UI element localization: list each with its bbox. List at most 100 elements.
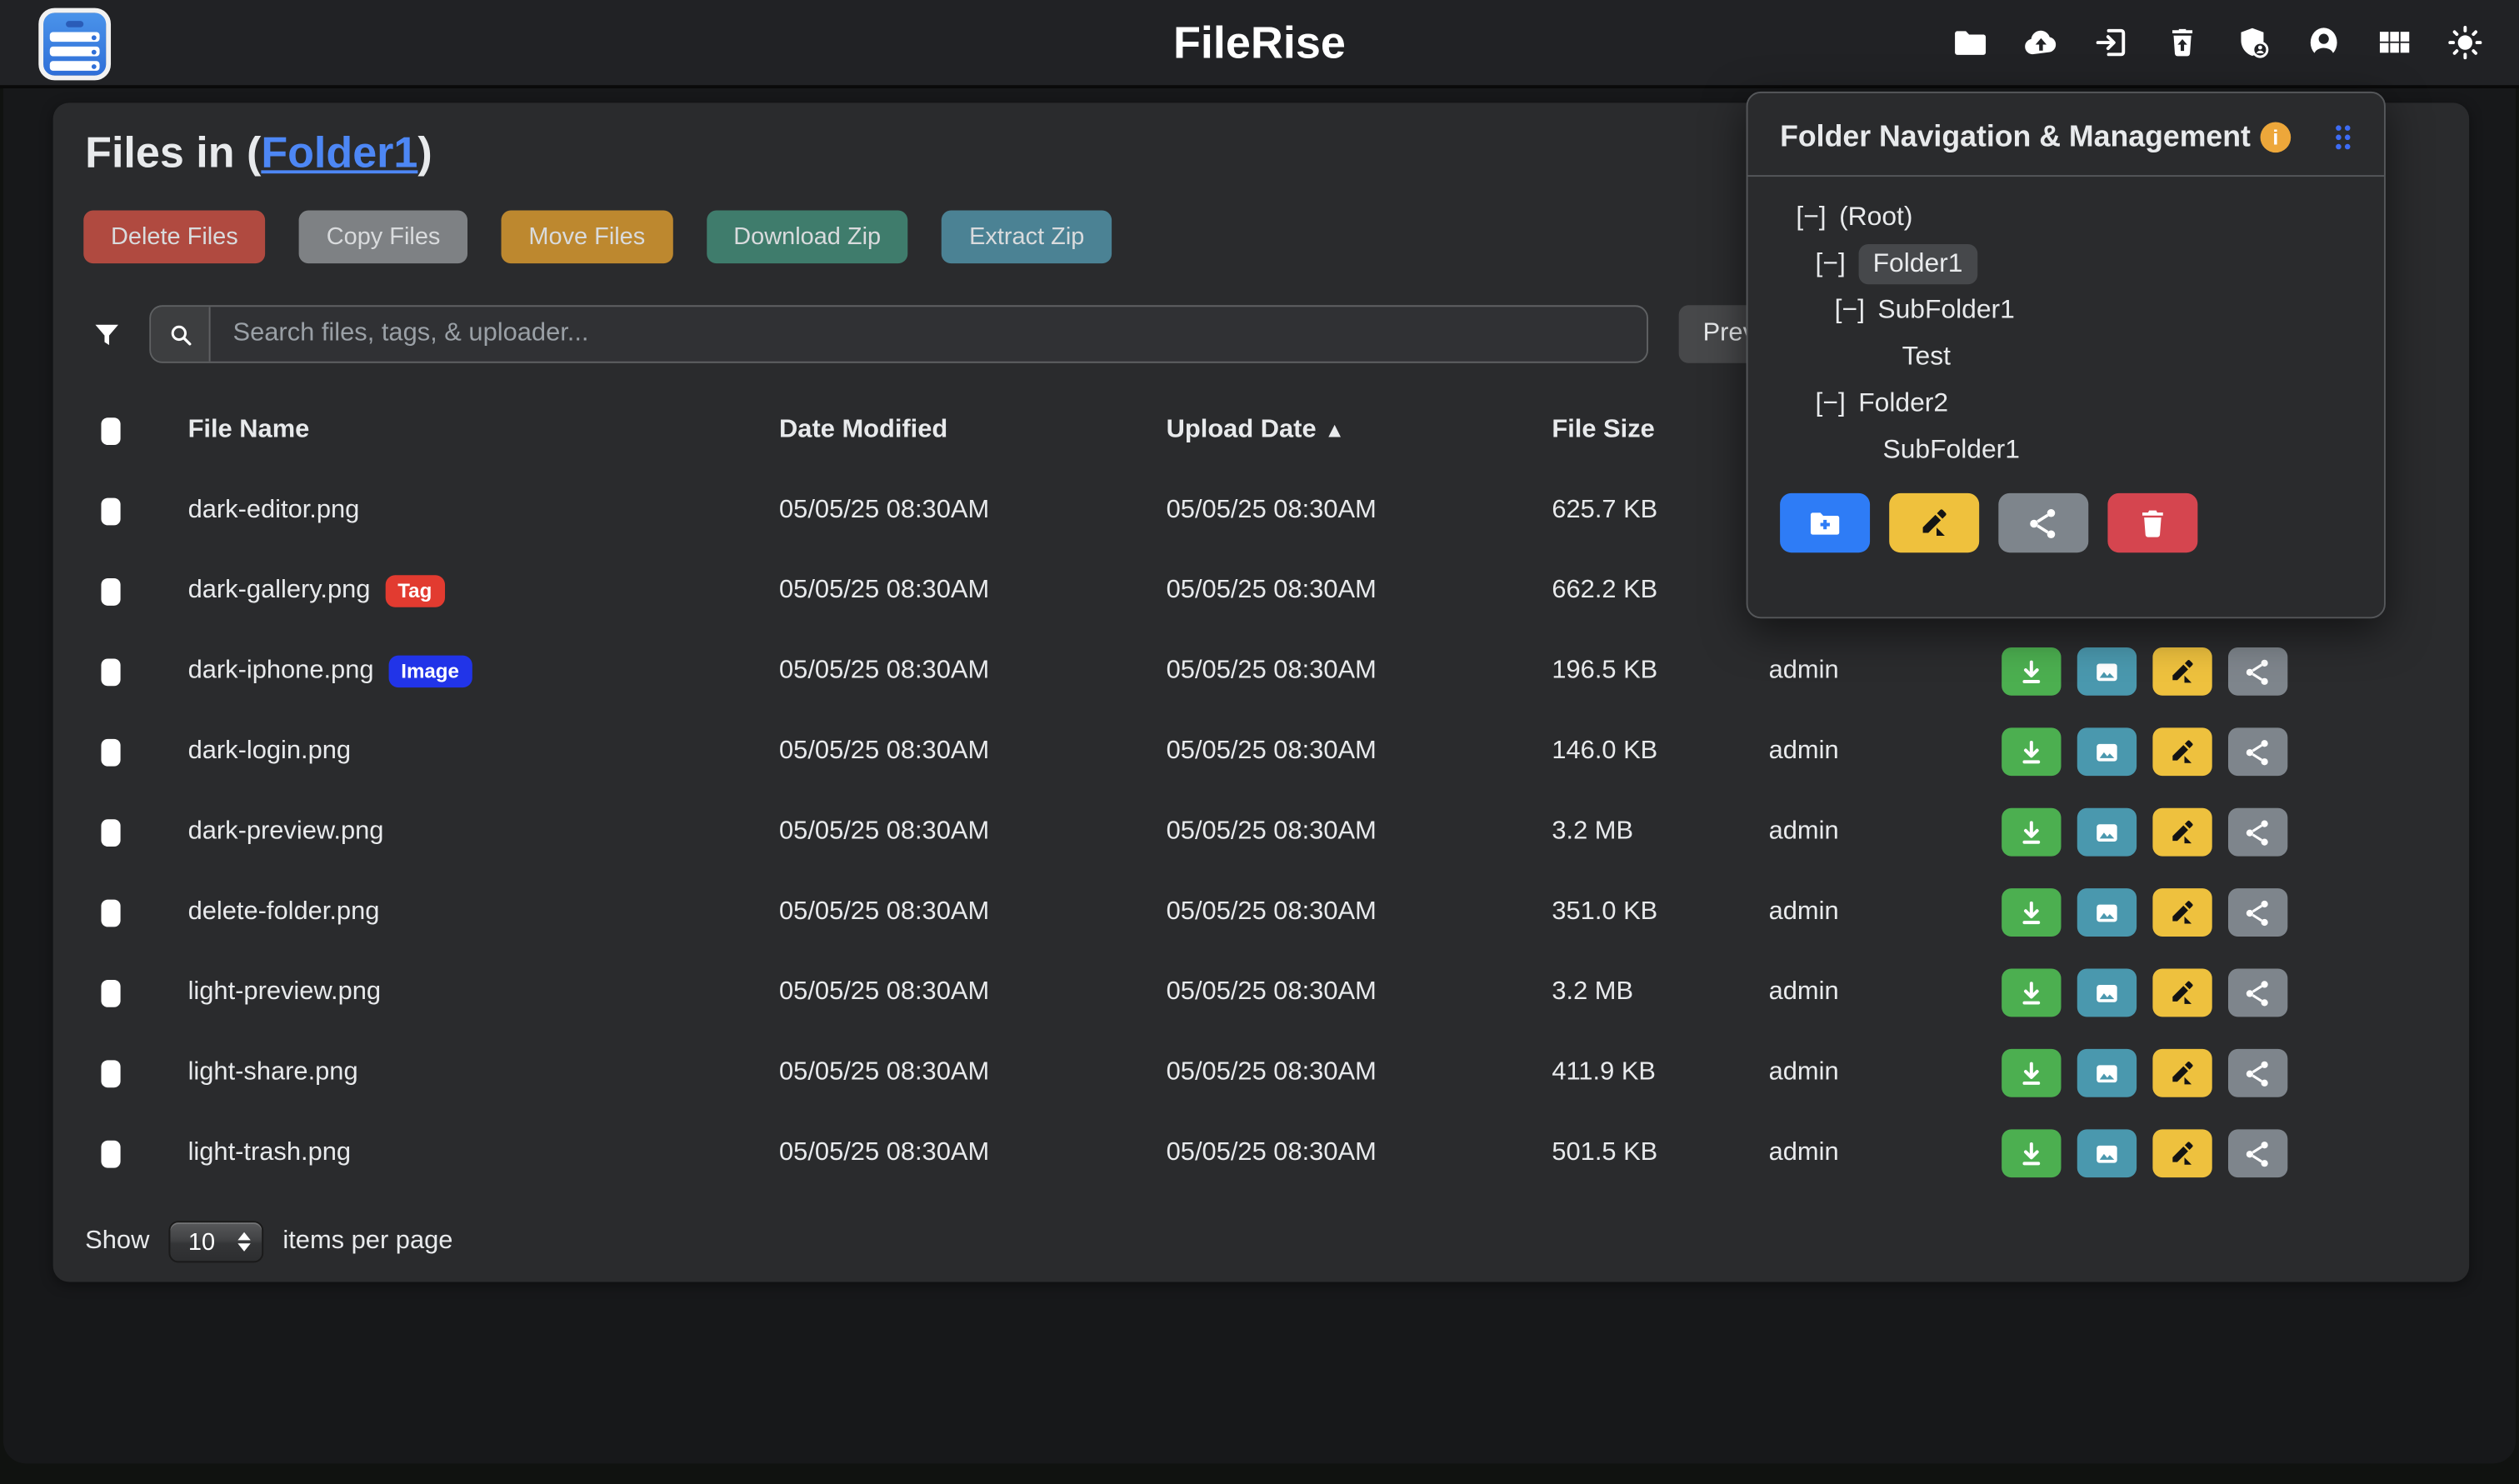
delete-folder-button[interactable] (2107, 493, 2197, 552)
items-per-page-select[interactable]: 10 (168, 1221, 263, 1262)
share-file-button[interactable] (2228, 808, 2287, 857)
tree-collapse-toggle[interactable]: [−] (1835, 296, 1865, 327)
file-name[interactable]: light-trash.png (188, 1139, 351, 1168)
download-file-button[interactable] (2002, 969, 2061, 1017)
edit-file-button[interactable] (2152, 1049, 2212, 1097)
share-file-button[interactable] (2228, 969, 2287, 1017)
folder-node-root[interactable]: (Root) (1839, 202, 1912, 233)
select-stepper-icon (233, 1232, 256, 1252)
download-file-button[interactable] (2002, 727, 2061, 776)
folder-node-subfolder1[interactable]: SubFolder1 (1882, 435, 2019, 466)
select-all-checkbox[interactable] (101, 417, 120, 444)
preview-file-button[interactable] (2077, 888, 2137, 937)
file-name[interactable]: light-share.png (188, 1058, 358, 1087)
extract-zip-button[interactable]: Extract Zip (942, 211, 1112, 264)
edit-file-button[interactable] (2152, 888, 2212, 937)
table-row: light-trash.png05/05/25 08:30AM05/05/25 … (53, 1113, 2470, 1193)
copy-files-button[interactable]: Copy Files (299, 211, 467, 264)
date-modified-cell: 05/05/25 08:30AM (779, 817, 1167, 847)
row-checkbox[interactable] (101, 979, 120, 1007)
download-zip-button[interactable]: Download Zip (706, 211, 907, 264)
current-folder-link[interactable]: Folder1 (261, 128, 417, 177)
row-checkbox[interactable] (101, 497, 120, 525)
edit-file-button[interactable] (2152, 969, 2212, 1017)
share-file-button[interactable] (2228, 1129, 2287, 1177)
panel-title: Folder Navigation & Management (1780, 119, 2251, 154)
column-header-file-name[interactable]: File Name (188, 416, 779, 445)
file-name[interactable]: dark-preview.png (188, 817, 384, 847)
user-icon[interactable] (2306, 24, 2342, 61)
file-name[interactable]: dark-login.png (188, 737, 352, 767)
tree-collapse-toggle[interactable]: [−] (1816, 249, 1846, 280)
preview-file-button[interactable] (2077, 1129, 2137, 1177)
search-icon[interactable] (151, 307, 210, 362)
tree-collapse-toggle[interactable]: [−] (1796, 202, 1826, 233)
preview-file-button[interactable] (2077, 1049, 2137, 1097)
search-input[interactable] (211, 307, 1647, 362)
share-file-button[interactable] (2228, 1049, 2287, 1097)
date-modified-cell: 05/05/25 08:30AM (779, 497, 1167, 526)
column-header-file-size[interactable]: File Size (1552, 416, 1768, 445)
upload-date-cell: 05/05/25 08:30AM (1167, 978, 1552, 1007)
row-checkbox[interactable] (101, 657, 120, 685)
row-checkbox[interactable] (101, 818, 120, 846)
tree-item: SubFolder1 (1780, 427, 2352, 474)
panel-title-row: Folder Navigation & Management i (1780, 119, 2352, 154)
share-file-button[interactable] (2228, 727, 2287, 776)
folder-node-subfolder1[interactable]: SubFolder1 (1877, 296, 2014, 327)
preview-file-button[interactable] (2077, 808, 2137, 857)
row-checkbox[interactable] (101, 899, 120, 927)
folder-icon[interactable] (1952, 24, 1988, 61)
row-checkbox[interactable] (101, 738, 120, 766)
admin-shield-icon[interactable] (2235, 24, 2272, 61)
delete-files-button[interactable]: Delete Files (83, 211, 265, 264)
file-name[interactable]: dark-editor.png (188, 497, 360, 526)
row-actions (2002, 727, 2469, 776)
grid-view-icon[interactable] (2376, 24, 2412, 61)
row-checkbox[interactable] (101, 1140, 120, 1167)
edit-file-button[interactable] (2152, 727, 2212, 776)
create-folder-button[interactable] (1780, 493, 1870, 552)
rename-folder-button[interactable] (1889, 493, 1979, 552)
folder-node-folder1[interactable]: Folder1 (1858, 244, 1977, 284)
download-file-button[interactable] (2002, 1129, 2061, 1177)
preview-file-button[interactable] (2077, 969, 2137, 1017)
edit-file-button[interactable] (2152, 1129, 2212, 1177)
row-actions (2002, 808, 2469, 857)
download-file-button[interactable] (2002, 808, 2061, 857)
preview-file-button[interactable] (2077, 647, 2137, 696)
download-file-button[interactable] (2002, 888, 2061, 937)
download-file-button[interactable] (2002, 647, 2061, 696)
column-header-upload-date[interactable]: Upload Date▲ (1167, 416, 1552, 445)
show-label: Show (85, 1227, 149, 1257)
share-file-button[interactable] (2228, 647, 2287, 696)
share-folder-button[interactable] (1998, 493, 2088, 552)
table-row: delete-folder.png05/05/25 08:30AM05/05/2… (53, 872, 2470, 952)
filter-icon[interactable] (85, 317, 127, 351)
file-name[interactable]: dark-gallery.png (188, 577, 371, 606)
filerise-app: FileRise Files in (Folder1) Delete Files… (0, 0, 2519, 1484)
preview-file-button[interactable] (2077, 727, 2137, 776)
sign-in-icon[interactable] (2093, 24, 2130, 61)
file-size-cell: 196.5 KB (1552, 657, 1768, 687)
drag-handle-icon[interactable] (2334, 122, 2352, 150)
cloud-upload-icon[interactable] (2022, 24, 2059, 61)
row-checkbox[interactable] (101, 577, 120, 605)
column-header-date-modified[interactable]: Date Modified (779, 416, 1167, 445)
folder-node-folder2[interactable]: Folder2 (1858, 389, 1948, 420)
file-name[interactable]: light-preview.png (188, 978, 381, 1007)
light-mode-icon[interactable] (2447, 24, 2483, 61)
table-row: dark-preview.png05/05/25 08:30AM05/05/25… (53, 792, 2470, 872)
share-file-button[interactable] (2228, 888, 2287, 937)
file-name[interactable]: dark-iphone.png (188, 657, 374, 687)
info-icon[interactable]: i (2260, 122, 2291, 152)
download-file-button[interactable] (2002, 1049, 2061, 1097)
move-files-button[interactable]: Move Files (502, 211, 672, 264)
folder-node-test[interactable]: Test (1902, 342, 1951, 373)
row-checkbox[interactable] (101, 1059, 120, 1087)
file-name[interactable]: delete-folder.png (188, 898, 380, 927)
edit-file-button[interactable] (2152, 647, 2212, 696)
tree-collapse-toggle[interactable]: [−] (1816, 389, 1846, 420)
edit-file-button[interactable] (2152, 808, 2212, 857)
restore-trash-icon[interactable] (2164, 24, 2201, 61)
